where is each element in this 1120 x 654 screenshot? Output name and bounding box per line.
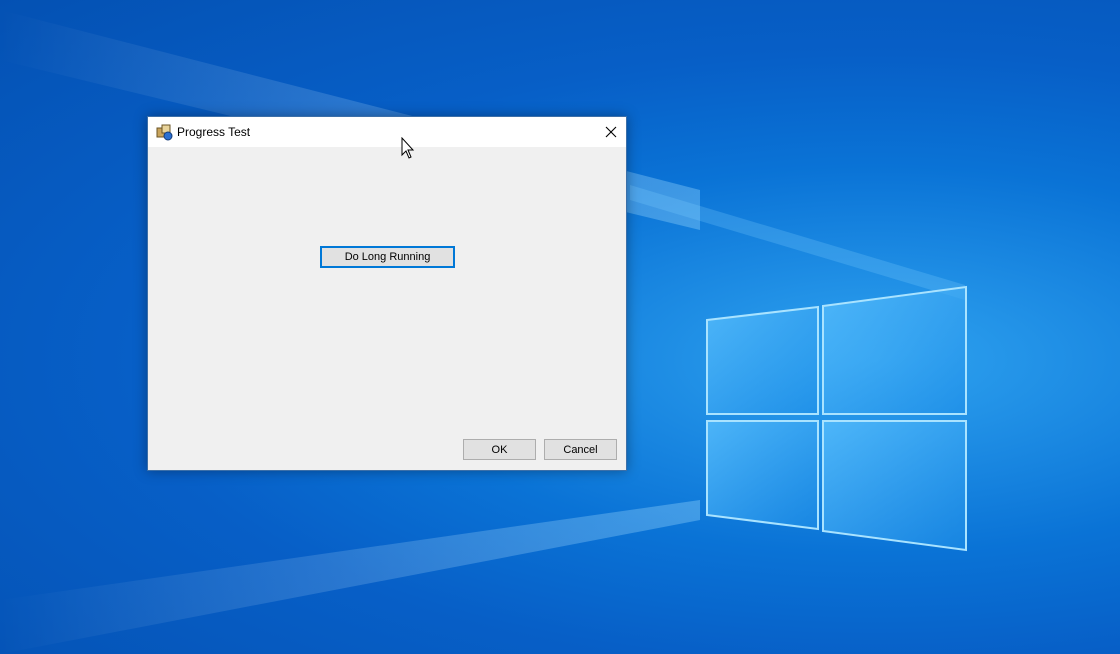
arrow-cursor-icon [401, 137, 415, 159]
close-icon [605, 126, 617, 138]
ok-button[interactable]: OK [463, 439, 536, 460]
app-icon [156, 124, 173, 141]
title-bar[interactable]: Progress Test [148, 117, 626, 147]
desktop-background: Progress Test Do Long Running OK Cancel [0, 0, 1120, 654]
do-long-running-button[interactable]: Do Long Running [320, 246, 455, 268]
logo-pane-top-right [822, 285, 967, 415]
logo-pane-bottom-left [706, 420, 819, 531]
logo-pane-top-left [706, 305, 819, 415]
logo-pane-bottom-right [822, 420, 967, 552]
close-button[interactable] [596, 117, 626, 147]
cancel-button[interactable]: Cancel [544, 439, 617, 460]
progress-test-dialog: Progress Test Do Long Running OK Cancel [147, 116, 627, 471]
window-title: Progress Test [177, 125, 251, 139]
